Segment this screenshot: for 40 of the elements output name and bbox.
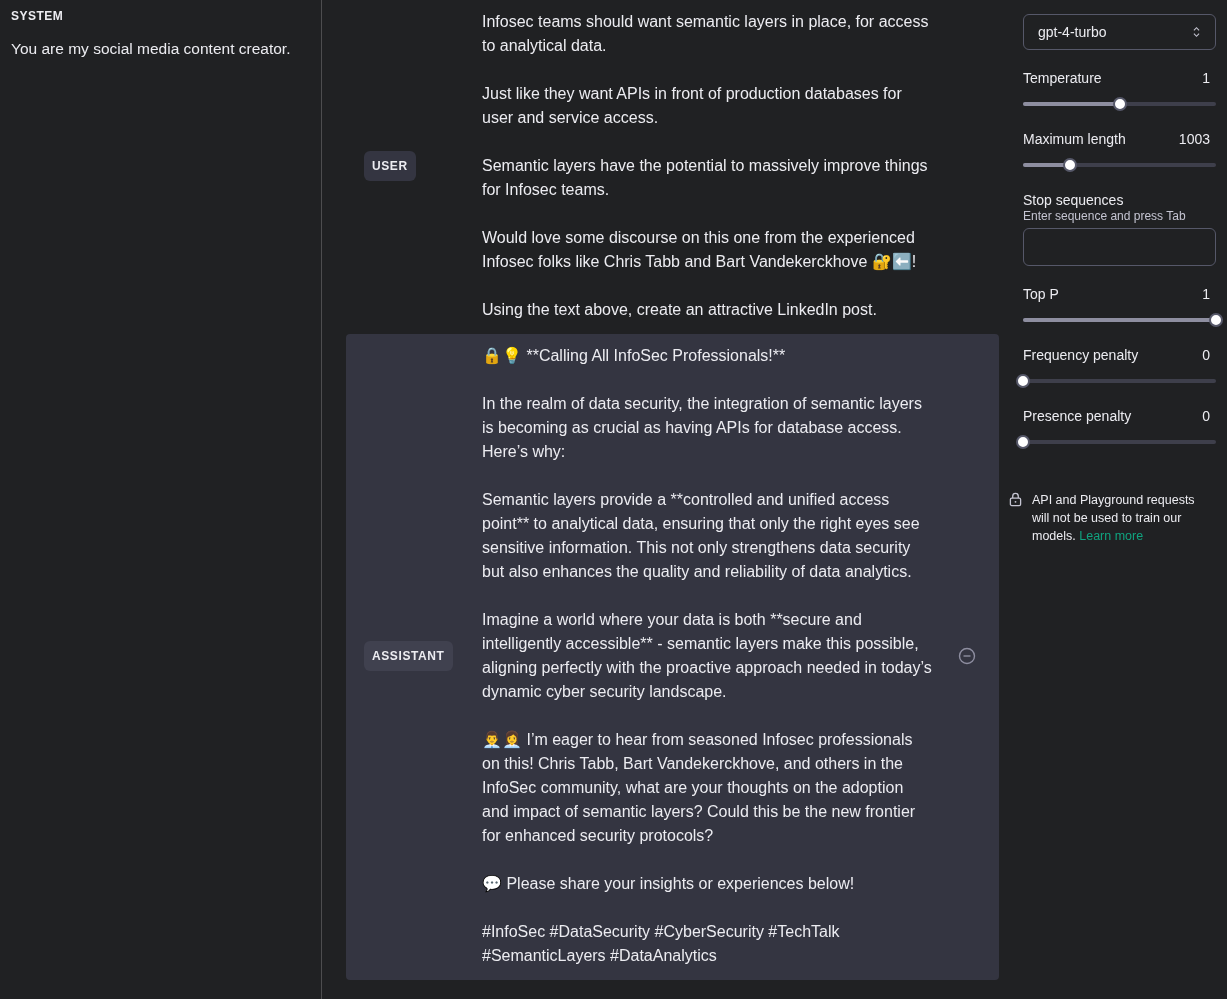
setting-label: Temperature <box>1023 70 1102 86</box>
slider-thumb[interactable] <box>1209 313 1223 327</box>
hint-text: Enter sequence and press Tab <box>1023 209 1187 223</box>
model-select[interactable]: gpt-4-turbo <box>1023 14 1216 50</box>
remove-icon[interactable] <box>957 647 976 665</box>
role-button[interactable]: USER <box>364 151 416 181</box>
message-text: Using the text above, create an attractive LinkedIn post. <box>482 300 878 320</box>
setting-value: 0 <box>1202 408 1210 424</box>
role-button[interactable]: ASSISTANT <box>364 641 453 671</box>
message-text: Semantic layers provide a **controlled and unified access point** to analytical data, ensuring that only the right eyes see sensitive information. This not only strengthens data security but also enhances the quality and reliability of data analytics. <box>482 490 921 582</box>
learn-more-link[interactable]: Learn more <box>1079 529 1144 543</box>
slider-thumb[interactable] <box>1016 374 1030 388</box>
setting-label: Presence penalty <box>1023 408 1132 424</box>
slider-thumb[interactable] <box>1063 158 1078 172</box>
setting-value: 1003 <box>1178 131 1210 147</box>
message-text: 💬 Please share your insights or experiences below! <box>482 874 856 895</box>
message-text: Imagine a world where your data is both **secure and intelligently accessible** - semantic layers make this possible, aligning perfectly with the proactive approach needed in today’s dynamic cyber security landscape. <box>482 610 933 702</box>
setting-label: Top P <box>1023 286 1059 302</box>
message-text: 👨‍💼👩‍💼 I’m eager to hear from seasoned Infosec professionals on this! Chris Tabb, Bart Vandekerckhove, and others in the InfoSec community, what are your thoughts on the adoption and impact of semantic layers? Could this be the new frontier for enhanced security protocols? <box>482 729 917 846</box>
message-text: Would love some discourse on this one from the experienced Infosec folks like Chris Tabb and Bart Vandekerckhove 🔐⬅! <box>482 228 918 272</box>
setting-value: 0 <box>1202 347 1210 363</box>
message-text: In the realm of data security, the integration of semantic layers is becoming as crucial as having APIs for database access. Here’s why: <box>482 394 923 462</box>
slider-thumb[interactable] <box>1112 97 1127 111</box>
setting-label: Maximum length <box>1023 131 1126 147</box>
slider-thumb[interactable] <box>1016 435 1030 449</box>
notice-text: API and Playground requests will not be used to train our models. Learn more <box>1032 492 1196 545</box>
message-text: 🔒💡 **Calling All InfoSec Professionals!** <box>482 346 787 366</box>
system-prompt[interactable]: You are my social media content creator. <box>11 38 310 60</box>
input-field[interactable] <box>1023 228 1216 266</box>
message-text: Just like they want APIs in front of production databases for user and service access. <box>482 84 903 128</box>
setting-label: Stop sequences <box>1023 192 1125 208</box>
setting-value: 1 <box>1202 70 1210 86</box>
chevron-icon <box>1192 26 1201 38</box>
setting-label: Frequency penalty <box>1023 347 1139 363</box>
message-text: Semantic layers have the potential to massively improve things for Infosec teams. <box>482 156 929 200</box>
setting-value: 1 <box>1202 286 1210 302</box>
section-label: SYSTEM <box>11 9 65 23</box>
message-text: Infosec teams should want semantic layers in place, for access to analytical data. <box>482 12 930 56</box>
message-text: #InfoSec #DataSecurity #CyberSecurity #TechTalk #SemanticLayers #DataAnalytics <box>482 922 841 966</box>
lock-icon <box>1009 492 1022 507</box>
